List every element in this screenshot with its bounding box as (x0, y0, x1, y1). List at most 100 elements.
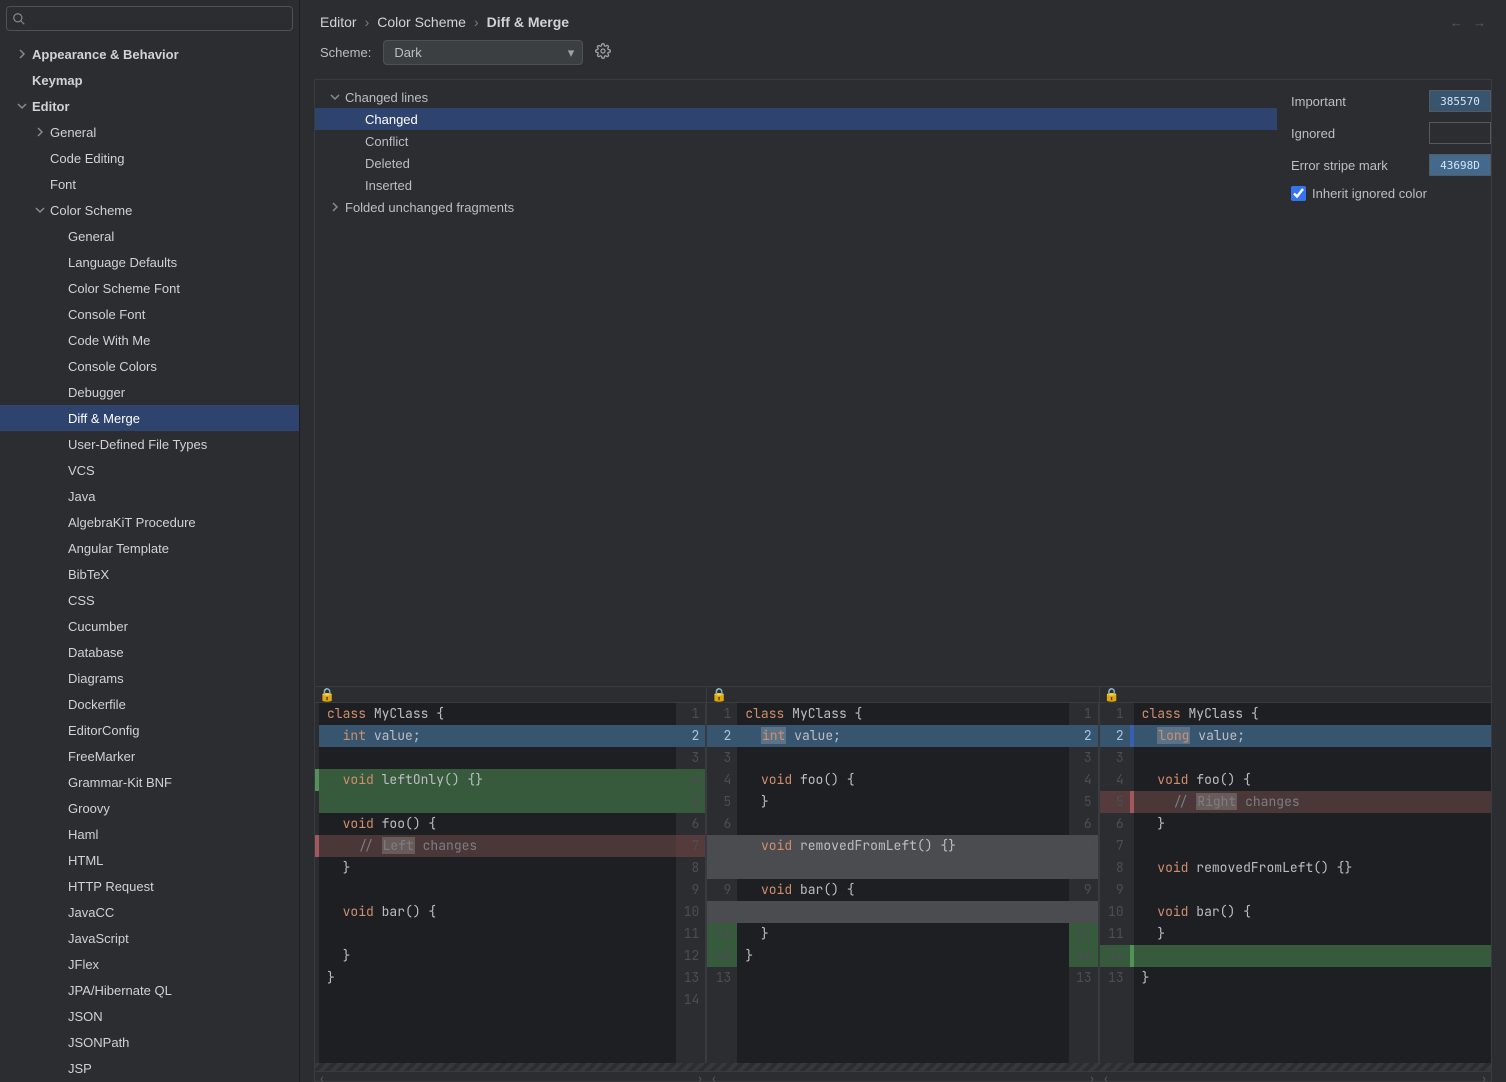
sidebar-item-java[interactable]: Java (0, 483, 299, 509)
sidebar-item-jpa-hibernate-ql[interactable]: JPA/Hibernate QL (0, 977, 299, 1003)
chevron-spacer (50, 332, 66, 348)
sidebar-item-html[interactable]: HTML (0, 847, 299, 873)
chevron-spacer (14, 72, 30, 88)
sidebar-item-language-defaults[interactable]: Language Defaults (0, 249, 299, 275)
important-color-field[interactable]: 385570 (1429, 90, 1491, 112)
sidebar-item-javascript[interactable]: JavaScript (0, 925, 299, 951)
nav-forward-icon[interactable]: → (1473, 15, 1486, 30)
sidebar-item-freemarker[interactable]: FreeMarker (0, 743, 299, 769)
sidebar-item-color-scheme[interactable]: Color Scheme (0, 197, 299, 223)
code-line: void bar() { (319, 901, 676, 923)
breadcrumb-segment[interactable]: Editor (320, 14, 357, 30)
sidebar-item-label: JSON (68, 1009, 103, 1024)
code-line: class MyClass { (319, 703, 676, 725)
options-tree[interactable]: Changed linesChanged Conflict Deleted Inser… (315, 80, 1277, 686)
sidebar-item-diagrams[interactable]: Diagrams (0, 665, 299, 691)
sidebar-item-debugger[interactable]: Debugger (0, 379, 299, 405)
sidebar-item-label: User-Defined File Types (68, 437, 207, 452)
stripe-color-field[interactable]: 43698D (1429, 154, 1491, 176)
option-conflict[interactable]: Conflict (315, 130, 1277, 152)
sidebar-item-grammar-kit-bnf[interactable]: Grammar-Kit BNF (0, 769, 299, 795)
sidebar-item-appearance-behavior[interactable]: Appearance & Behavior (0, 41, 299, 67)
sidebar-item-database[interactable]: Database (0, 639, 299, 665)
sidebar-item-code-with-me[interactable]: Code With Me (0, 327, 299, 353)
option-label: Conflict (365, 134, 408, 149)
sidebar-item-groovy[interactable]: Groovy (0, 795, 299, 821)
sidebar-item-label: Appearance & Behavior (32, 47, 179, 62)
sidebar-item-javacc[interactable]: JavaCC (0, 899, 299, 925)
chevron-spacer (50, 566, 66, 582)
breadcrumb-segment[interactable]: Color Scheme (377, 14, 466, 30)
sidebar-item-console-font[interactable]: Console Font (0, 301, 299, 327)
code-area[interactable]: class MyClass { int value; void foo() { … (737, 703, 1068, 1063)
sidebar-item-diff-merge[interactable]: Diff & Merge (0, 405, 299, 431)
chevron-spacer (50, 488, 66, 504)
chevron-right-icon: › (474, 14, 479, 30)
sidebar-item-dockerfile[interactable]: Dockerfile (0, 691, 299, 717)
ignored-color-field[interactable] (1429, 122, 1491, 144)
option-inserted[interactable]: Inserted (315, 174, 1277, 196)
chevron-spacer (50, 748, 66, 764)
option-changed-lines[interactable]: Changed lines (315, 86, 1277, 108)
sidebar-item-label: General (50, 125, 96, 140)
sidebar-item-angular-template[interactable]: Angular Template (0, 535, 299, 561)
sidebar-item-css[interactable]: CSS (0, 587, 299, 613)
sidebar-item-label: Diagrams (68, 671, 124, 686)
chevron-spacer (32, 176, 48, 192)
search-input[interactable] (6, 6, 293, 31)
code-area[interactable]: class MyClass { int value; void leftOnly… (319, 703, 676, 1063)
sidebar-item-user-defined-file-types[interactable]: User-Defined File Types (0, 431, 299, 457)
sidebar-item-label: Color Scheme Font (68, 281, 180, 296)
scheme-select[interactable]: Dark (383, 40, 583, 65)
horizontal-scroll[interactable]: ‹› ‹› ‹› (315, 1071, 1491, 1081)
option-folded-unchanged-fragments[interactable]: Folded unchanged fragments (315, 196, 1277, 218)
chevron-spacer (50, 540, 66, 556)
gear-icon[interactable] (595, 43, 611, 62)
sidebar-item-code-editing[interactable]: Code Editing (0, 145, 299, 171)
sidebar-item-label: FreeMarker (68, 749, 135, 764)
sidebar-item-http-request[interactable]: HTTP Request (0, 873, 299, 899)
sidebar-item-algebrakit-procedure[interactable]: AlgebraKiT Procedure (0, 509, 299, 535)
stripe-label: Error stripe mark (1291, 158, 1388, 173)
chevron-spacer (50, 774, 66, 790)
sidebar-item-haml[interactable]: Haml (0, 821, 299, 847)
sidebar-item-cucumber[interactable]: Cucumber (0, 613, 299, 639)
nav-back-icon[interactable]: ← (1450, 15, 1463, 30)
sidebar-item-jsonpath[interactable]: JSONPath (0, 1029, 299, 1055)
sidebar-item-console-colors[interactable]: Console Colors (0, 353, 299, 379)
lock-icon: 🔒 (1100, 687, 1491, 702)
sidebar-item-general[interactable]: General (0, 119, 299, 145)
option-changed[interactable]: Changed (315, 108, 1277, 130)
sidebar-item-editorconfig[interactable]: EditorConfig (0, 717, 299, 743)
chevron-spacer (50, 982, 66, 998)
chevron-right-icon (14, 46, 30, 62)
line-gutter: 12345678910111213 (707, 703, 737, 1063)
sidebar-item-label: Code Editing (50, 151, 124, 166)
sidebar-item-jflex[interactable]: JFlex (0, 951, 299, 977)
sidebar-item-json[interactable]: JSON (0, 1003, 299, 1029)
properties-panel: Important 385570 Ignored Error stripe ma… (1291, 80, 1491, 686)
sidebar-item-bibtex[interactable]: BibTeX (0, 561, 299, 587)
chevron-right-icon (32, 124, 48, 140)
code-line: } (319, 857, 676, 879)
fold-separator (315, 1063, 1491, 1071)
code-area[interactable]: class MyClass { long value; void foo() {… (1134, 703, 1491, 1063)
inherit-checkbox[interactable] (1291, 186, 1306, 201)
code-line (319, 747, 676, 769)
sidebar-item-font[interactable]: Font (0, 171, 299, 197)
code-line: } (319, 945, 676, 967)
sidebar-item-label: Groovy (68, 801, 110, 816)
sidebar-item-label: Database (68, 645, 124, 660)
sidebar-item-jsp[interactable]: JSP (0, 1055, 299, 1081)
lock-icon: 🔒 (315, 687, 707, 702)
settings-tree[interactable]: Appearance & Behavior KeymapEditor General… (0, 37, 299, 1082)
sidebar-item-editor[interactable]: Editor (0, 93, 299, 119)
sidebar-item-vcs[interactable]: VCS (0, 457, 299, 483)
sidebar-item-keymap[interactable]: Keymap (0, 67, 299, 93)
chevron-spacer (50, 800, 66, 816)
option-label: Deleted (365, 156, 410, 171)
sidebar-item-color-scheme-font[interactable]: Color Scheme Font (0, 275, 299, 301)
sidebar-item-general[interactable]: General (0, 223, 299, 249)
option-deleted[interactable]: Deleted (315, 152, 1277, 174)
chevron-spacer (50, 1034, 66, 1050)
